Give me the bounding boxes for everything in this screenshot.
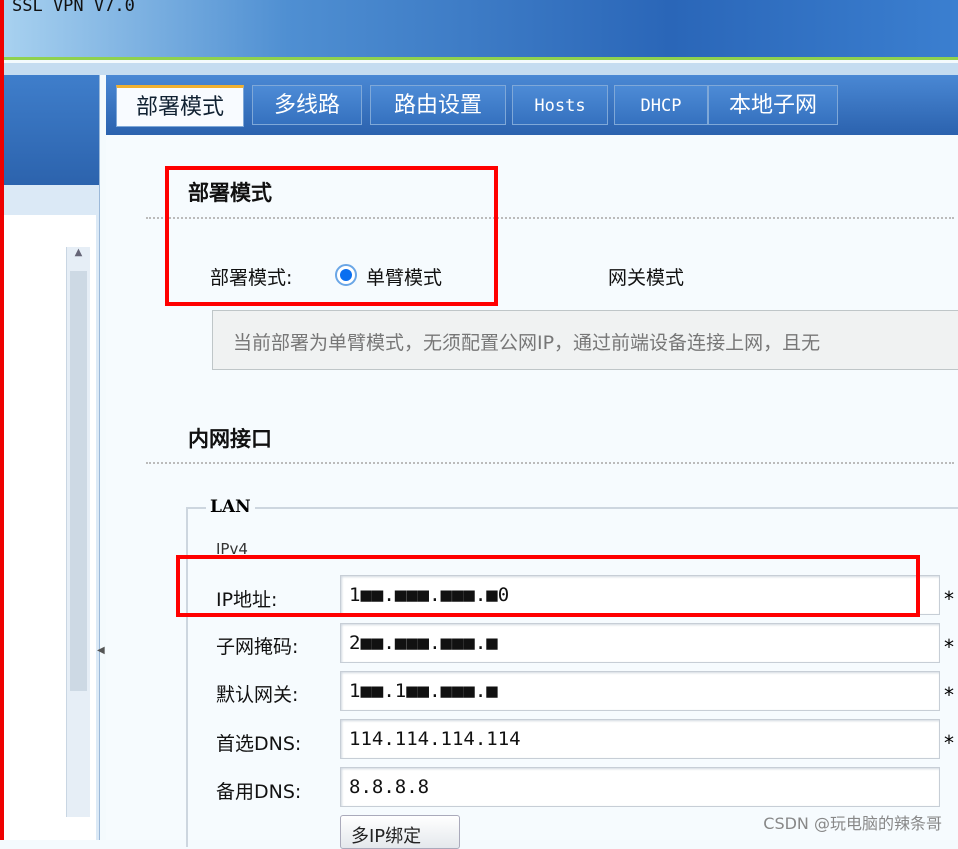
highlight-box <box>176 555 920 617</box>
tab-hosts[interactable]: Hosts <box>512 85 608 125</box>
required-mark: * <box>944 635 954 659</box>
primary-dns-label: 首选DNS: <box>216 733 302 755</box>
divider <box>146 462 954 464</box>
radio-gateway-label[interactable]: 网关模式 <box>608 263 684 290</box>
gateway-input[interactable]: 1■■.1■■.■■■.■ <box>340 671 940 711</box>
subnet-mask-input[interactable]: 2■■.■■■.■■■.■ <box>340 623 940 663</box>
tab-deploy-mode[interactable]: 部署模式 <box>116 85 244 127</box>
highlight-box <box>165 166 498 306</box>
primary-dns-input[interactable]: 114.114.114.114 <box>340 719 940 759</box>
main-content: 部署模式 部署模式: 单臂模式 网关模式 当前部署为单臂模式，无须配置公网IP，… <box>106 135 958 849</box>
lan-legend: LAN <box>206 497 255 517</box>
sidebar: ▲ ◀ <box>4 75 105 840</box>
tab-bar: 部署模式 多线路 路由设置 Hosts DHCP 本地子网 <box>106 75 958 135</box>
required-mark: * <box>944 731 954 755</box>
secondary-dns-label: 备用DNS: <box>216 781 302 803</box>
deploy-notice: 当前部署为单臂模式，无须配置公网IP，通过前端设备连接上网，且无 <box>212 310 958 370</box>
lan-section-title: 内网接口 <box>188 427 272 451</box>
secondary-dns-input[interactable]: 8.8.8.8 <box>340 767 940 807</box>
tab-local-subnet[interactable]: 本地子网 <box>708 85 838 125</box>
watermark: CSDN @玩电脑的辣条哥 <box>763 814 942 833</box>
header-band <box>0 63 958 75</box>
sidebar-scrollbar[interactable]: ▲ <box>66 247 90 817</box>
multi-ip-bind-button[interactable]: 多IP绑定 <box>340 815 460 849</box>
app-header: SSL VPN V7.0 <box>0 0 958 60</box>
scroll-up-icon[interactable]: ▲ <box>67 247 90 267</box>
red-edge <box>0 0 4 840</box>
scroll-thumb[interactable] <box>70 271 87 691</box>
app-title: SSL VPN V7.0 <box>12 0 135 16</box>
required-mark: * <box>944 587 954 611</box>
tab-routing[interactable]: 路由设置 <box>370 85 506 125</box>
tab-multi-line[interactable]: 多线路 <box>252 85 362 125</box>
collapse-arrow-icon[interactable]: ◀ <box>97 645 105 656</box>
tab-dhcp[interactable]: DHCP <box>614 85 708 125</box>
sidebar-header <box>4 75 99 185</box>
required-mark: * <box>944 683 954 707</box>
subnet-mask-label: 子网掩码: <box>216 636 299 658</box>
gateway-label: 默认网关: <box>216 684 299 706</box>
